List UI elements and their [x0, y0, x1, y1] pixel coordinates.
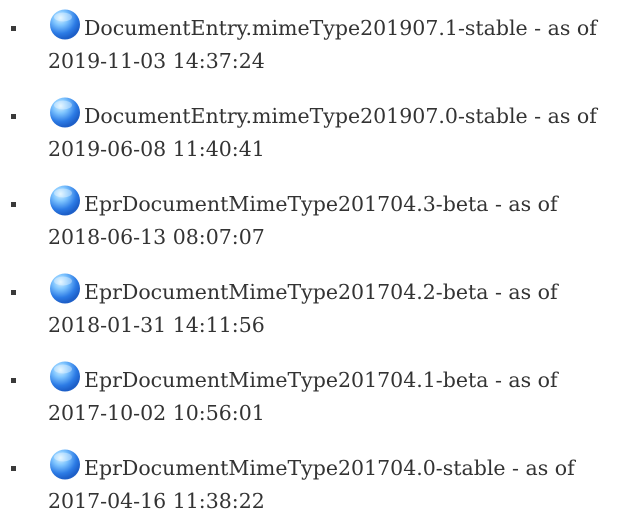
list-item[interactable]: EprDocumentMimeType201704.3-beta - as of…: [0, 184, 622, 254]
bullet-icon: [11, 114, 16, 119]
version-history-page: { "versions": [ { "label": "DocumentEntr…: [0, 0, 622, 513]
version-timestamp: 2018-01-31 14:11:56: [48, 313, 265, 337]
version-label: EprDocumentMimeType201704.1-beta - as of: [84, 368, 558, 392]
version-first-line: EprDocumentMimeType201704.3-beta - as of: [48, 184, 622, 221]
version-entry[interactable]: DocumentEntry.mimeType201907.0-stable - …: [48, 96, 622, 166]
version-entry[interactable]: EprDocumentMimeType201704.2-beta - as of…: [48, 272, 622, 342]
version-timestamp: 2017-10-02 10:56:01: [48, 401, 265, 425]
bullet-icon: [11, 466, 16, 471]
globe-icon: [50, 361, 80, 392]
version-label: EprDocumentMimeType201704.2-beta - as of: [84, 280, 558, 304]
list-item[interactable]: DocumentEntry.mimeType201907.0-stable - …: [0, 96, 622, 166]
version-entry[interactable]: DocumentEntry.mimeType201907.1-stable - …: [48, 8, 622, 78]
version-list: DocumentEntry.mimeType201907.1-stable - …: [0, 8, 622, 518]
version-list-container: DocumentEntry.mimeType201907.1-stable - …: [0, 8, 622, 518]
version-label: EprDocumentMimeType201704.3-beta - as of: [84, 192, 558, 216]
list-item[interactable]: EprDocumentMimeType201704.0-stable - as …: [0, 448, 622, 518]
bullet-icon: [11, 290, 16, 295]
version-entry[interactable]: EprDocumentMimeType201704.0-stable - as …: [48, 448, 622, 518]
version-first-line: DocumentEntry.mimeType201907.0-stable - …: [48, 96, 622, 133]
list-item[interactable]: EprDocumentMimeType201704.1-beta - as of…: [0, 360, 622, 430]
globe-icon: [50, 449, 80, 480]
globe-icon: [50, 9, 80, 40]
version-timestamp: 2019-11-03 14:37:24: [48, 49, 265, 73]
bullet-icon: [11, 26, 16, 31]
version-timestamp: 2017-04-16 11:38:22: [48, 489, 265, 513]
list-item[interactable]: EprDocumentMimeType201704.2-beta - as of…: [0, 272, 622, 342]
version-label: DocumentEntry.mimeType201907.0-stable - …: [84, 104, 597, 128]
version-label: EprDocumentMimeType201704.0-stable - as …: [84, 456, 575, 480]
version-timestamp: 2018-06-13 08:07:07: [48, 225, 265, 249]
version-first-line: DocumentEntry.mimeType201907.1-stable - …: [48, 8, 622, 45]
globe-icon: [50, 273, 80, 304]
version-label: DocumentEntry.mimeType201907.1-stable - …: [84, 16, 597, 40]
version-first-line: EprDocumentMimeType201704.1-beta - as of: [48, 360, 622, 397]
version-first-line: EprDocumentMimeType201704.0-stable - as …: [48, 448, 622, 485]
bullet-icon: [11, 202, 16, 207]
version-entry[interactable]: EprDocumentMimeType201704.1-beta - as of…: [48, 360, 622, 430]
globe-icon: [50, 97, 80, 128]
bullet-icon: [11, 378, 16, 383]
version-entry[interactable]: EprDocumentMimeType201704.3-beta - as of…: [48, 184, 622, 254]
globe-icon: [50, 185, 80, 216]
version-timestamp: 2019-06-08 11:40:41: [48, 137, 265, 161]
list-item[interactable]: DocumentEntry.mimeType201907.1-stable - …: [0, 8, 622, 78]
version-first-line: EprDocumentMimeType201704.2-beta - as of: [48, 272, 622, 309]
